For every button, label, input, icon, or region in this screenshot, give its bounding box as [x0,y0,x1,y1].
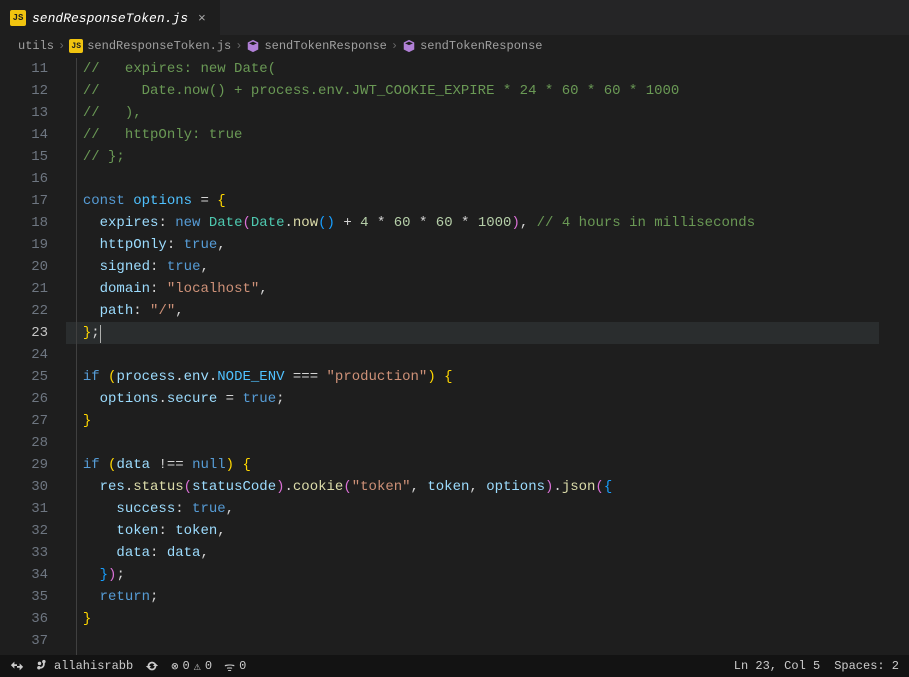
line-number: 36 [0,608,48,630]
js-file-icon: JS [10,10,26,26]
line-number: 27 [0,410,48,432]
code-line[interactable]: signed: true, [66,256,909,278]
code-line[interactable]: data: data, [66,542,909,564]
code-line[interactable]: expires: new Date(Date.now() + 4 * 60 * … [66,212,909,234]
git-branch[interactable]: allahisrabb [36,659,133,673]
code-line[interactable]: success: true, [66,498,909,520]
port-count: 0 [239,659,246,673]
breadcrumb-file[interactable]: JS sendResponseToken.js [69,39,231,53]
error-count: 0 [182,659,189,673]
status-bar: allahisrabb ⊗ 0 ⚠ 0 ᯤ 0 Ln 23, Col 5 Spa… [0,655,909,677]
line-number: 31 [0,498,48,520]
line-number: 24 [0,344,48,366]
code-line[interactable]: }; [66,322,909,344]
code-line[interactable] [66,344,909,366]
line-number: 23 [0,322,48,344]
code-line[interactable]: options.secure = true; [66,388,909,410]
code-line[interactable]: // expires: new Date( [66,58,909,80]
indentation[interactable]: Spaces: 2 [834,659,899,673]
line-gutter: 1112131415161718192021222324252627282930… [0,58,66,670]
code-line[interactable]: // httpOnly: true [66,124,909,146]
code-line[interactable]: const options = { [66,190,909,212]
line-number: 16 [0,168,48,190]
line-number: 15 [0,146,48,168]
line-number: 32 [0,520,48,542]
line-number: 28 [0,432,48,454]
breadcrumb-symbol[interactable]: sendTokenResponse [402,39,542,53]
chevron-right-icon: › [58,39,65,53]
remote-button[interactable] [10,659,24,673]
breadcrumb-symbol-label: sendTokenResponse [420,39,542,53]
code-line[interactable] [66,432,909,454]
code-line[interactable]: if (process.env.NODE_ENV === "production… [66,366,909,388]
line-number: 14 [0,124,48,146]
code-line[interactable]: res.status(statusCode).cookie("token", t… [66,476,909,498]
line-number: 33 [0,542,48,564]
chevron-right-icon: › [235,39,242,53]
editor[interactable]: 1112131415161718192021222324252627282930… [0,58,909,670]
code-line[interactable]: token: token, [66,520,909,542]
js-file-icon: JS [69,39,83,53]
code-line[interactable]: domain: "localhost", [66,278,909,300]
code-line[interactable]: path: "/", [66,300,909,322]
chevron-right-icon: › [391,39,398,53]
cursor-position[interactable]: Ln 23, Col 5 [734,659,820,673]
line-number: 13 [0,102,48,124]
line-number: 29 [0,454,48,476]
code-area[interactable]: // expires: new Date( // Date.now() + pr… [66,58,909,670]
line-number: 34 [0,564,48,586]
radio-icon: ᯤ [224,658,235,675]
code-line[interactable]: // ), [66,102,909,124]
code-line[interactable]: }); [66,564,909,586]
line-number: 37 [0,630,48,652]
branch-name: allahisrabb [54,659,133,673]
line-number: 11 [0,58,48,80]
tab-bar: JS sendResponseToken.js × [0,0,909,35]
method-icon [402,39,416,53]
error-icon: ⊗ [171,659,178,674]
line-number: 22 [0,300,48,322]
line-number: 12 [0,80,48,102]
text-cursor [100,325,101,343]
line-number: 20 [0,256,48,278]
problems[interactable]: ⊗ 0 ⚠ 0 [171,659,212,674]
code-line[interactable]: httpOnly: true, [66,234,909,256]
tab-active[interactable]: JS sendResponseToken.js × [0,0,220,35]
code-line[interactable]: } [66,608,909,630]
sync-button[interactable] [145,659,159,673]
code-line[interactable] [66,630,909,652]
tab-filename: sendResponseToken.js [32,11,188,26]
close-icon[interactable]: × [194,11,210,26]
breadcrumb-folder[interactable]: utils [18,39,54,53]
line-number: 21 [0,278,48,300]
indent-guide [76,58,77,670]
line-number: 17 [0,190,48,212]
breadcrumb-symbol[interactable]: sendTokenResponse [246,39,386,53]
line-number: 26 [0,388,48,410]
method-icon [246,39,260,53]
minimap[interactable] [879,62,909,652]
code-line[interactable] [66,168,909,190]
code-line[interactable]: } [66,410,909,432]
line-number: 30 [0,476,48,498]
breadcrumb-file-label: sendResponseToken.js [87,39,231,53]
code-line[interactable]: // }; [66,146,909,168]
line-number: 18 [0,212,48,234]
breadcrumb-symbol-label: sendTokenResponse [264,39,386,53]
line-number: 19 [0,234,48,256]
warning-icon: ⚠ [194,659,201,674]
warning-count: 0 [205,659,212,673]
code-line[interactable]: return; [66,586,909,608]
port-forward[interactable]: ᯤ 0 [224,658,246,675]
breadcrumb[interactable]: utils › JS sendResponseToken.js › sendTo… [0,35,909,58]
line-number: 35 [0,586,48,608]
code-line[interactable]: if (data !== null) { [66,454,909,476]
line-number: 25 [0,366,48,388]
code-line[interactable]: // Date.now() + process.env.JWT_COOKIE_E… [66,80,909,102]
